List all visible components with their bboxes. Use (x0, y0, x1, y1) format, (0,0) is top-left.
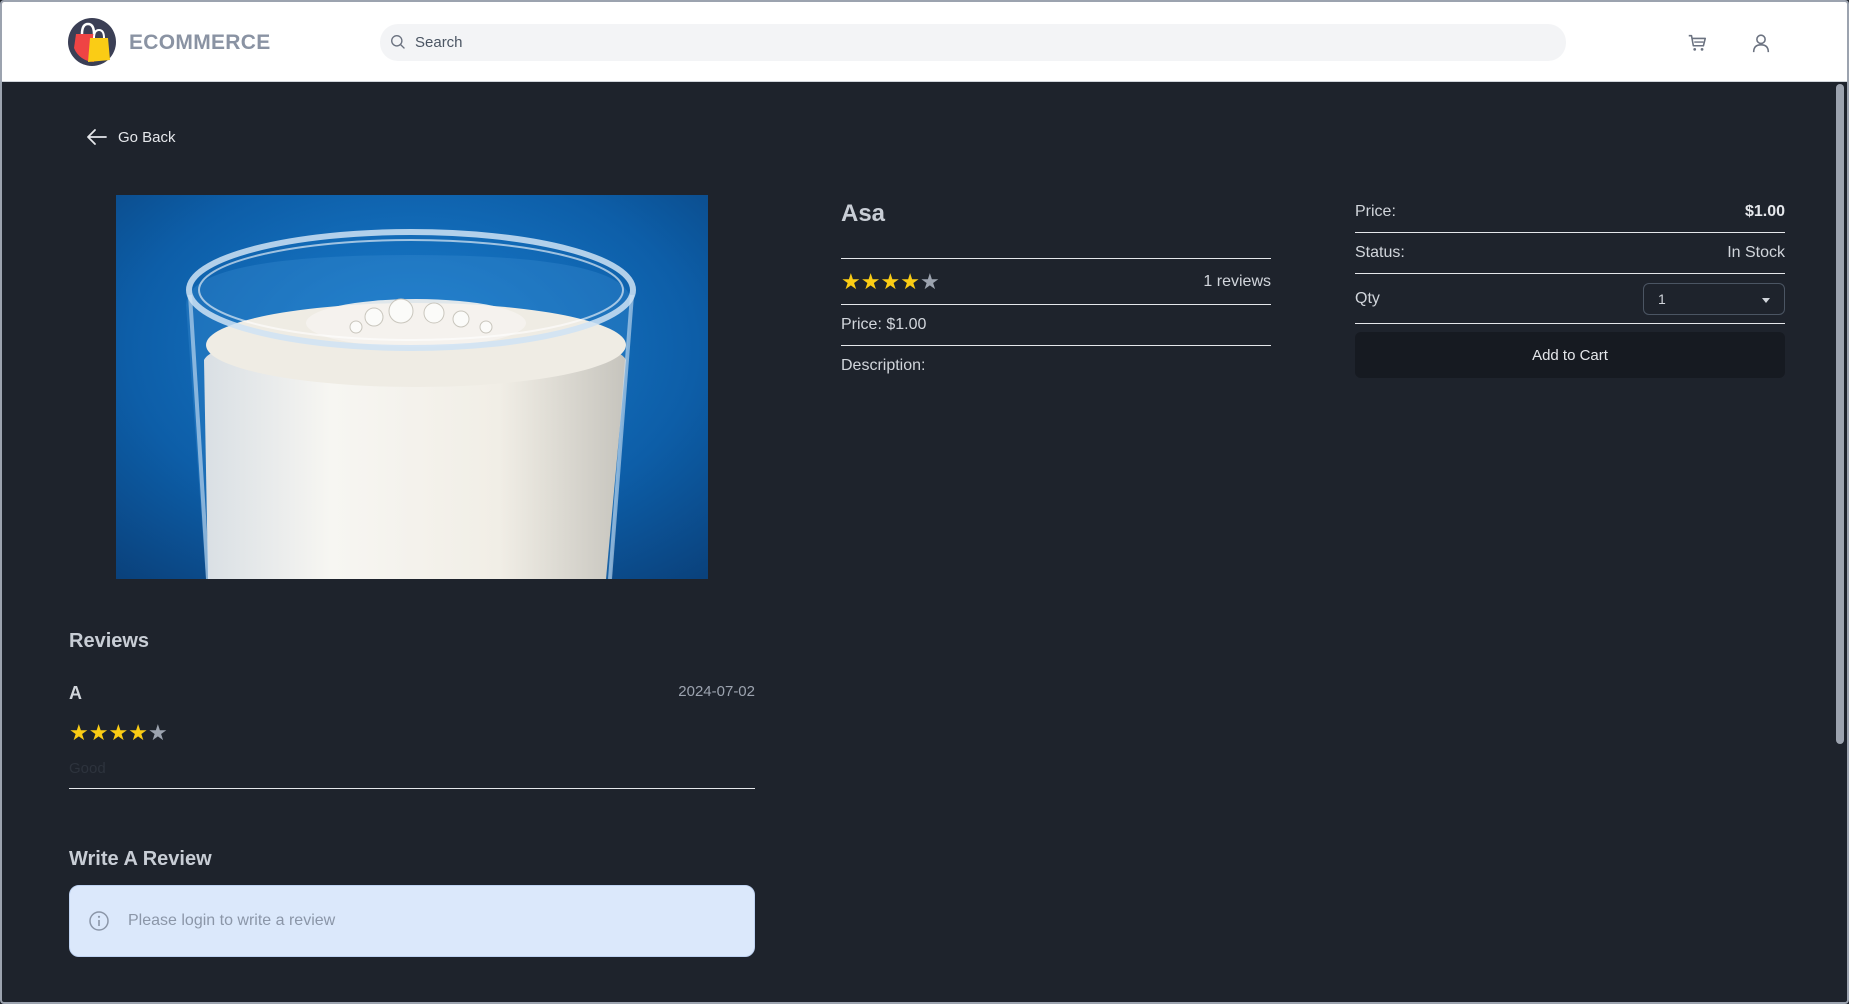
price-row: Price: $1.00 (841, 304, 1271, 345)
product-image (116, 195, 708, 579)
review-item: A 2024-07-02 ★ ★ ★ ★ ★ Good (69, 683, 755, 789)
star-icon: ★ (108, 720, 129, 745)
price-value: $1.00 (1744, 203, 1785, 220)
star-icon: ★ (128, 720, 148, 745)
review-author: A (69, 683, 82, 703)
write-review-heading: Write A Review (69, 848, 212, 870)
price-label: Price: (1355, 203, 1396, 220)
review-rating-stars: ★ ★ ★ ★ ★ (69, 722, 755, 744)
brand-name[interactable]: ECOMMERCE (129, 31, 271, 55)
caret-down-icon (1762, 297, 1770, 303)
review-comment: Good (69, 760, 106, 777)
reviews-section: Reviews A 2024-07-02 ★ ★ ★ ★ ★ Good (69, 630, 755, 789)
product-price: Price: $1.00 (841, 316, 927, 333)
description-row: Description: (841, 345, 1271, 386)
star-icon: ★ (860, 268, 881, 294)
qty-value: 1 (1658, 290, 1666, 307)
status-value: In Stock (1727, 244, 1785, 261)
product-details: Asa ★ ★ ★ ★ ★ 1 reviews Price: $1.00 Descrip… (841, 192, 1271, 386)
product-description-label: Description: (841, 357, 926, 374)
cart-icon[interactable] (1686, 32, 1708, 54)
shopping-bag-logo-icon[interactable] (68, 18, 116, 66)
product-rating-stars: ★ ★ ★ ★ ★ (841, 268, 940, 294)
status-label: Status: (1355, 244, 1405, 261)
info-icon (89, 911, 109, 931)
star-icon: ★ (69, 720, 89, 745)
add-to-cart-button[interactable]: Add to Cart (1355, 332, 1785, 378)
qty-row: Qty 1 (1355, 274, 1785, 324)
reviews-count: 1 reviews (1203, 272, 1271, 290)
star-icon: ★ (919, 268, 940, 294)
review-date: 2024-07-02 (678, 683, 755, 700)
go-back-label: Go Back (118, 128, 176, 146)
qty-select[interactable]: 1 (1643, 282, 1785, 315)
login-alert: Please login to write a review (69, 885, 755, 957)
purchase-panel: Price: $1.00 Status: In Stock Qty 1 Add … (1355, 192, 1785, 378)
search-bar[interactable] (380, 24, 1566, 61)
star-icon: ★ (900, 268, 920, 294)
product-title: Asa (841, 200, 886, 227)
login-alert-text: Please login to write a review (128, 912, 336, 929)
review-divider (69, 788, 755, 789)
star-icon: ★ (88, 720, 109, 745)
arrow-left-icon (87, 129, 107, 145)
user-icon[interactable] (1750, 32, 1772, 54)
rating-row: ★ ★ ★ ★ ★ 1 reviews (841, 258, 1271, 304)
star-icon: ★ (880, 268, 901, 294)
qty-label: Qty (1355, 289, 1380, 307)
search-input[interactable] (415, 28, 1545, 57)
star-icon: ★ (147, 720, 168, 745)
search-icon (391, 35, 405, 49)
go-back-link[interactable]: Go Back (86, 128, 176, 146)
star-icon: ★ (841, 268, 861, 294)
reviews-heading: Reviews (69, 630, 150, 652)
page-scrollbar[interactable] (1836, 84, 1844, 744)
purchase-price-row: Price: $1.00 (1355, 192, 1785, 233)
browser-window: ECOMMERCE Go Back (0, 0, 1849, 1004)
top-navbar: ECOMMERCE (2, 2, 1847, 82)
write-review-section: Write A Review Please login to write a r… (69, 848, 755, 957)
status-row: Status: In Stock (1355, 233, 1785, 274)
